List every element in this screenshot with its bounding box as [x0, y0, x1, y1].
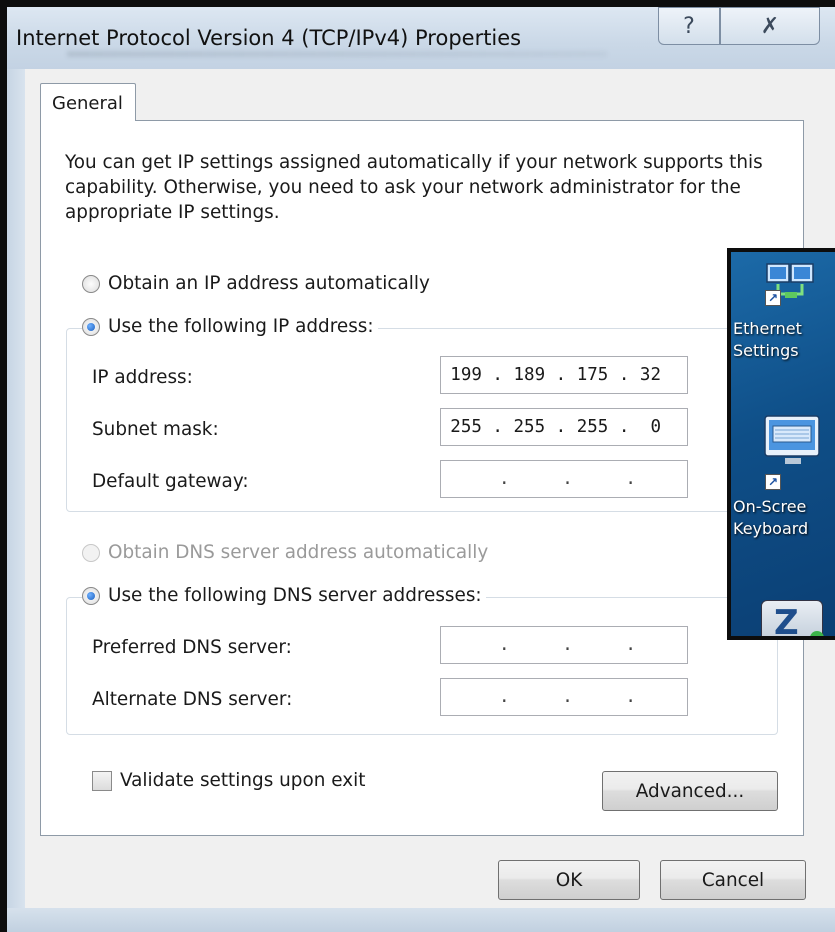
obtain-ip-auto-option[interactable]: Obtain an IP address automatically: [82, 273, 430, 294]
on-screen-keyboard-label: On-Scree Keyboard: [733, 497, 809, 538]
tab-general[interactable]: General: [40, 83, 136, 121]
desktop-background: ↗ Ethernet Settings ↗ On-Scree Keyboard …: [727, 248, 835, 640]
use-following-ip-label: Use the following IP address:: [108, 316, 374, 337]
shortcut-arrow-icon: ↗: [765, 474, 781, 490]
obtain-dns-auto-option: Obtain DNS server address automatically: [82, 542, 488, 563]
preferred-dns-label: Preferred DNS server:: [92, 637, 292, 658]
ethernet-settings-icon[interactable]: [761, 262, 821, 316]
subnet-mask-input[interactable]: 255 . 255 . 255 . 0: [440, 408, 688, 446]
use-following-ip-radio[interactable]: [82, 317, 100, 336]
ip-address-label: IP address:: [92, 367, 193, 388]
window-border-left: [7, 69, 25, 911]
obtain-dns-auto-label: Obtain DNS server address automatically: [108, 542, 489, 563]
window-title: Internet Protocol Version 4 (TCP/IPv4) P…: [16, 26, 522, 50]
validate-settings-label: Validate settings upon exit: [120, 770, 366, 791]
description-text: You can get IP settings assigned automat…: [65, 152, 763, 223]
help-button[interactable]: ?: [658, 7, 720, 45]
use-following-dns-label: Use the following DNS server addresses:: [108, 585, 482, 606]
alternate-dns-input[interactable]: . . .: [440, 678, 688, 716]
ok-button[interactable]: OK: [498, 860, 640, 900]
validate-settings-option[interactable]: Validate settings upon exit: [92, 770, 365, 791]
default-gateway-label: Default gateway:: [92, 471, 249, 492]
use-following-dns-radio[interactable]: [82, 586, 100, 605]
keyboard-icon[interactable]: [761, 412, 825, 476]
ethernet-settings-label: Ethernet Settings: [733, 319, 802, 360]
ip-address-input[interactable]: 199 . 189 . 175 . 32: [440, 356, 688, 394]
obtain-ip-auto-radio[interactable]: [82, 274, 100, 293]
use-following-dns-option[interactable]: Use the following DNS server addresses:: [82, 585, 486, 606]
obtain-ip-auto-label: Obtain an IP address automatically: [108, 273, 430, 294]
close-button[interactable]: ✗: [720, 7, 820, 45]
z-app-icon[interactable]: Z: [761, 600, 824, 636]
validate-settings-checkbox[interactable]: [92, 770, 112, 791]
shortcut-arrow-icon: ↗: [765, 290, 781, 306]
title-bar-shadow: [67, 51, 607, 57]
obtain-dns-auto-radio: [82, 543, 100, 562]
default-gateway-input[interactable]: . . .: [440, 460, 688, 498]
advanced-button[interactable]: Advanced...: [602, 771, 778, 811]
use-following-ip-option[interactable]: Use the following IP address:: [82, 316, 378, 337]
status-dot-icon: [810, 631, 824, 636]
preferred-dns-input[interactable]: . . .: [440, 626, 688, 664]
question-mark-icon: ?: [683, 13, 695, 39]
subnet-mask-label: Subnet mask:: [92, 419, 219, 440]
cancel-button[interactable]: Cancel: [660, 860, 806, 900]
close-icon: ✗: [760, 13, 780, 39]
window-border-bottom: [7, 908, 835, 932]
alternate-dns-label: Alternate DNS server:: [92, 689, 293, 710]
